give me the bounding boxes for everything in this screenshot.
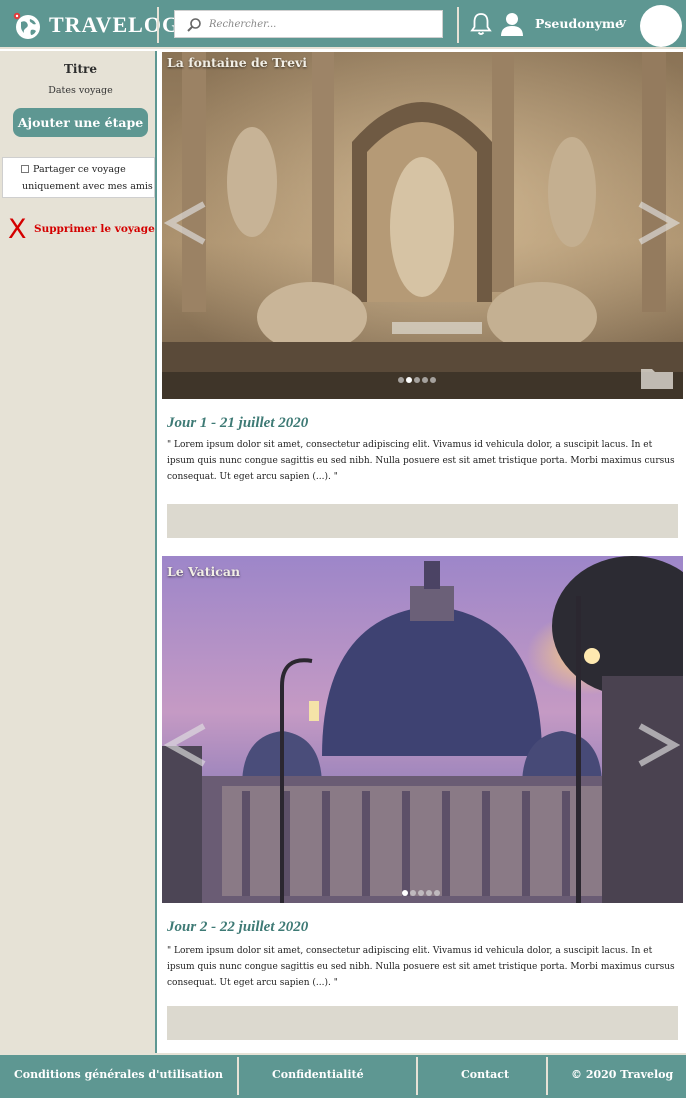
carousel-dot[interactable] xyxy=(398,377,404,383)
magnifier-icon[interactable] xyxy=(185,16,203,34)
search-input[interactable] xyxy=(209,14,437,34)
page-footer: Conditions générales d'utilisation Confi… xyxy=(0,1053,686,1098)
logo-text: TRAVELOG xyxy=(49,12,181,37)
carousel-dot[interactable] xyxy=(426,890,432,896)
carousel-dot-active[interactable] xyxy=(402,890,408,896)
chevron-left-icon[interactable] xyxy=(164,200,210,246)
globe-pin-icon xyxy=(13,12,40,39)
carousel-dot[interactable] xyxy=(422,377,428,383)
footer-link-privacy[interactable]: Confidentialité xyxy=(272,1068,364,1081)
day-comment-box[interactable] xyxy=(167,504,678,538)
footer-copyright: © 2020 Travelog xyxy=(571,1068,674,1081)
carousel-dot[interactable] xyxy=(410,890,416,896)
user-icon[interactable] xyxy=(500,11,524,37)
chevron-right-icon[interactable] xyxy=(634,722,680,768)
footer-divider xyxy=(237,1057,239,1095)
day-title: Jour 1 - 21 juillet 2020 xyxy=(167,415,309,431)
share-label: Partager ce voyage uniquement avec mes a… xyxy=(22,164,153,192)
bell-icon[interactable] xyxy=(470,11,492,37)
header-divider xyxy=(157,7,159,43)
trip-title: Titre xyxy=(64,62,97,76)
add-step-button[interactable]: Ajouter une étape xyxy=(13,108,148,137)
avatar[interactable] xyxy=(640,5,682,47)
carousel-dot[interactable] xyxy=(430,377,436,383)
delete-trip-label: Supprimer le voyage xyxy=(34,223,155,235)
stage-photo-carousel[interactable]: La fontaine de Trevi xyxy=(162,52,683,399)
day-description: " Lorem ipsum dolor sit amet, consectetu… xyxy=(167,946,675,988)
vatican-photo xyxy=(162,556,683,903)
day-description: " Lorem ipsum dolor sit amet, consectetu… xyxy=(167,440,675,482)
stage-photo-carousel[interactable]: Le Vatican xyxy=(162,556,683,903)
search-bar[interactable] xyxy=(174,10,443,38)
carousel-dots[interactable] xyxy=(402,890,440,896)
delete-trip-button[interactable]: X Supprimer le voyage xyxy=(8,215,156,245)
top-header: TRAVELOG Pseudonyme v xyxy=(0,0,686,49)
chevron-left-icon[interactable] xyxy=(164,722,210,768)
carousel-dot[interactable] xyxy=(418,890,424,896)
delete-x-icon: X xyxy=(8,214,27,245)
username-label[interactable]: Pseudonyme xyxy=(535,16,623,31)
user-menu-chevron-icon[interactable]: v xyxy=(619,16,626,31)
carousel-dots[interactable] xyxy=(398,377,436,383)
carousel-dot-active[interactable] xyxy=(406,377,412,383)
footer-link-contact[interactable]: Contact xyxy=(461,1068,509,1081)
footer-divider xyxy=(416,1057,418,1095)
day-title: Jour 2 - 22 juillet 2020 xyxy=(167,919,309,935)
stage-photo-title: La fontaine de Trevi xyxy=(167,55,308,70)
carousel-dot[interactable] xyxy=(414,377,420,383)
trip-dates: Dates voyage xyxy=(48,85,113,96)
day-comment-box[interactable] xyxy=(167,1006,678,1040)
carousel-dot[interactable] xyxy=(434,890,440,896)
footer-link-terms[interactable]: Conditions générales d'utilisation xyxy=(14,1068,223,1081)
folder-icon[interactable] xyxy=(640,365,674,390)
trevi-fountain-photo xyxy=(162,52,683,399)
trip-sidebar: Titre Dates voyage Ajouter une étape Par… xyxy=(0,51,157,1053)
stage-photo-title: Le Vatican xyxy=(167,564,241,579)
chevron-right-icon[interactable] xyxy=(634,200,680,246)
travelog-logo[interactable]: TRAVELOG xyxy=(7,8,179,42)
share-with-friends-option[interactable]: Partager ce voyage uniquement avec mes a… xyxy=(2,157,155,198)
header-divider xyxy=(457,7,459,43)
footer-divider xyxy=(546,1057,548,1095)
